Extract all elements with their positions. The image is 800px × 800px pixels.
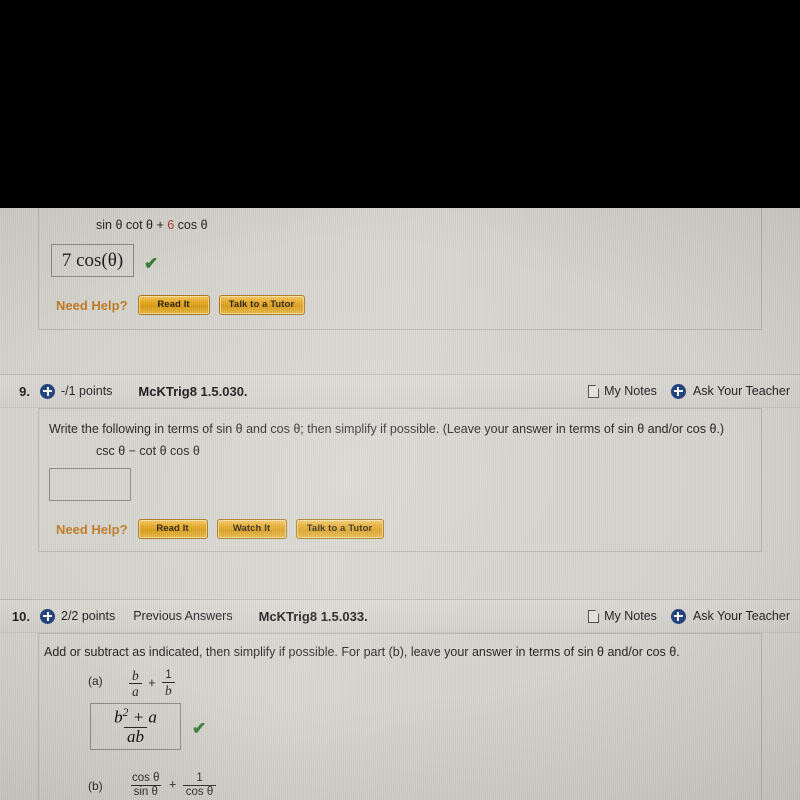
question-10-part-b-label: (b)	[88, 779, 103, 793]
question-8-read-it-button[interactable]: Read It	[137, 295, 210, 315]
q8-expr-suffix: cos θ	[174, 218, 208, 232]
question-10-header: 10. 2/2 points Previous Answers McKTrig8…	[0, 599, 800, 633]
question-9-my-notes-link[interactable]: My Notes	[588, 384, 657, 398]
question-10-header-links: My Notes Ask Your Teacher	[588, 608, 800, 624]
question-10-number: 10.	[11, 608, 30, 624]
question-10-my-notes-link[interactable]: My Notes	[588, 609, 657, 623]
question-8-correct-check-icon: ✔	[144, 254, 159, 273]
question-8-talk-tutor-button[interactable]: Talk to a Tutor	[218, 295, 305, 315]
question-8-expression: sin θ cot θ + 6 cos θ	[96, 218, 208, 232]
part-a-operator: +	[148, 675, 156, 690]
note-page-icon	[588, 609, 600, 623]
plus-circle-icon	[670, 383, 686, 399]
question-9-header: 9. -/1 points McKTrig8 1.5.030. My Notes…	[0, 374, 800, 408]
question-10-ask-teacher-link[interactable]: Ask Your Teacher	[670, 608, 790, 624]
question-10-plus-circle-icon[interactable]	[40, 608, 55, 624]
part-a-answer-numerator: b2 + a	[111, 707, 160, 727]
question-10-ask-teacher-label: Ask Your Teacher	[692, 609, 790, 623]
top-black-bezel	[0, 0, 800, 208]
question-10-previous-answers-link[interactable]: Previous Answers	[133, 609, 232, 623]
question-9-talk-tutor-button[interactable]: Talk to a Tutor	[295, 519, 384, 539]
part-b-term2-numerator: 1	[196, 772, 203, 784]
question-9-code: McKTrig8 1.5.030.	[138, 383, 248, 399]
question-9-ask-teacher-label: Ask Your Teacher	[692, 384, 790, 398]
part-a-term2-numerator: 1	[165, 669, 172, 682]
question-9-prompt: Write the following in terms of sin θ an…	[49, 422, 725, 436]
question-8-answer-value: 7 cos(θ)	[61, 249, 124, 271]
part-b-term2-fraction: 1 cos θ	[182, 772, 217, 799]
screenshot-photo: sin θ cot θ + 6 cos θ 7 cos(θ) ✔ Need He…	[0, 0, 800, 800]
part-a-answer-num-exponent: 2	[122, 706, 129, 720]
part-b-term1-denominator: sin θ	[130, 784, 161, 799]
part-b-term2-denominator: cos θ	[182, 784, 217, 799]
question-9-ask-teacher-link[interactable]: Ask Your Teacher	[670, 383, 790, 399]
part-a-answer-fraction: b2 + a ab	[111, 707, 160, 745]
plus-circle-icon	[670, 608, 686, 624]
part-b-operator: +	[168, 777, 177, 792]
question-8-need-help-label: Need Help?	[56, 297, 128, 313]
question-8-answer-box[interactable]: 7 cos(θ)	[51, 244, 134, 277]
question-9-my-notes-label: My Notes	[604, 384, 657, 398]
question-9-answer-input[interactable]	[49, 468, 131, 501]
question-9-points: -/1 points	[61, 384, 113, 398]
part-a-term2-denominator: b	[162, 682, 175, 698]
question-10-part-a-correct-check-icon: ✔	[192, 719, 207, 738]
part-b-term1-fraction: cos θ sin θ	[129, 772, 163, 799]
note-page-icon	[588, 384, 600, 398]
part-a-term1-fraction: b a	[129, 668, 142, 699]
part-b-term1-numerator: cos θ	[132, 772, 160, 784]
question-10-code: McKTrig8 1.5.033.	[258, 608, 368, 624]
question-8-need-help-row: Need Help? Read It Talk to a Tutor	[56, 295, 314, 315]
question-9-need-help-row: Need Help? Read It Watch It Talk to a Tu…	[56, 519, 393, 539]
part-a-answer-num-base: b	[114, 707, 123, 727]
question-9-need-help-label: Need Help?	[56, 521, 128, 537]
question-9-expression: csc θ − cot θ cos θ	[96, 444, 200, 458]
part-a-term2-fraction: 1 b	[162, 669, 175, 698]
question-10-part-a-answer-box[interactable]: b2 + a ab	[90, 703, 181, 750]
question-9-number: 9.	[19, 383, 30, 399]
part-a-term1-denominator: a	[129, 683, 142, 699]
question-10-my-notes-label: My Notes	[604, 609, 657, 623]
question-10-part-b-expression: cos θ sin θ + 1 cos θ	[126, 772, 219, 799]
question-9-read-it-button[interactable]: Read It	[137, 519, 208, 539]
part-a-term1-numerator: b	[132, 668, 139, 683]
part-a-answer-denominator: ab	[123, 726, 147, 746]
question-10-points: 2/2 points	[61, 609, 116, 623]
question-9-watch-it-button[interactable]: Watch It	[216, 519, 287, 539]
question-10-prompt: Add or subtract as indicated, then simpl…	[44, 645, 680, 659]
question-9-plus-circle-icon[interactable]	[40, 383, 55, 399]
assignment-page: sin θ cot θ + 6 cos θ 7 cos(θ) ✔ Need He…	[0, 208, 800, 800]
q8-expr-prefix: sin θ cot θ +	[96, 218, 168, 232]
question-10-part-a-label: (a)	[88, 674, 103, 688]
question-10-part-a-expression: b a + 1 b	[126, 668, 178, 699]
question-9-header-links: My Notes Ask Your Teacher	[588, 383, 800, 399]
part-a-answer-num-rest: + a	[132, 707, 157, 727]
